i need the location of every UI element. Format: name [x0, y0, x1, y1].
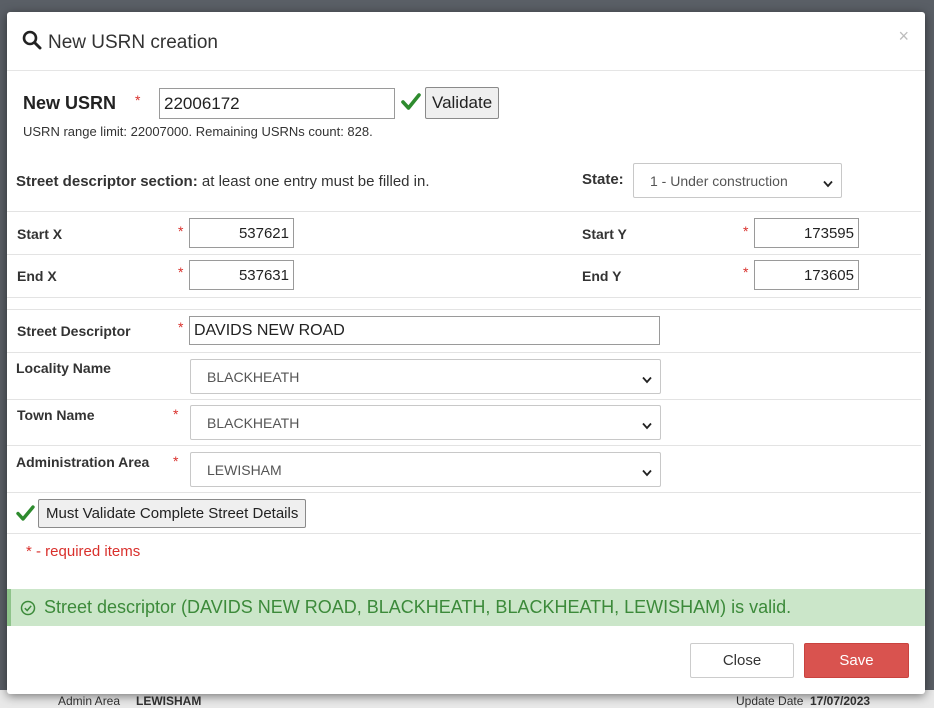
check-icon: [16, 505, 35, 527]
divider: [7, 211, 921, 212]
required-mark: *: [178, 264, 184, 280]
modal-title-text: New USRN creation: [48, 32, 218, 53]
search-icon: [22, 30, 48, 56]
divider: [7, 492, 921, 493]
street-section-heading: Street descriptor section: at least one …: [16, 173, 430, 190]
street-section-heading-rest: at least one entry must be filled in.: [201, 173, 430, 190]
divider: [7, 399, 921, 400]
modal-header: New USRN creation ×: [7, 12, 925, 71]
chevron-down-icon: [823, 175, 833, 191]
administration-area-value: LEWISHAM: [207, 461, 282, 478]
end-y-label: End Y: [582, 268, 622, 284]
start-x-input[interactable]: [189, 218, 294, 248]
save-button[interactable]: Save: [804, 643, 909, 678]
divider: [7, 352, 921, 353]
town-name-select[interactable]: BLACKHEATH: [190, 405, 661, 440]
locality-name-label: Locality Name: [16, 360, 111, 376]
locality-name-select[interactable]: BLACKHEATH: [190, 359, 661, 394]
start-y-input[interactable]: [754, 218, 859, 248]
check-circle-icon: [20, 600, 36, 616]
close-icon[interactable]: ×: [898, 26, 909, 47]
start-x-label: Start X: [17, 226, 63, 242]
chevron-down-icon: [642, 371, 652, 387]
close-button[interactable]: Close: [690, 643, 794, 678]
divider: [7, 297, 921, 298]
chevron-down-icon: [642, 417, 652, 433]
check-icon: [401, 93, 421, 116]
state-select[interactable]: 1 - Under construction: [633, 163, 842, 198]
new-usrn-modal: New USRN creation × New USRN * Validate …: [7, 12, 925, 694]
end-y-input[interactable]: [754, 260, 859, 290]
required-items-note: * - required items: [26, 543, 141, 560]
usrn-range-info: USRN range limit: 22007000. Remaining US…: [23, 124, 373, 139]
divider: [7, 309, 921, 310]
required-mark: *: [173, 406, 179, 422]
success-alert-message: Street descriptor (DAVIDS NEW ROAD, BLAC…: [44, 597, 792, 617]
validate-usrn-button[interactable]: Validate: [425, 87, 500, 119]
chevron-down-icon: [642, 464, 652, 480]
required-mark: *: [135, 92, 141, 108]
town-name-value: BLACKHEATH: [207, 414, 300, 431]
background-update-date-label: Update Date: [736, 694, 804, 708]
background-update-date-value: 17/07/2023: [810, 694, 871, 708]
start-y-label: Start Y: [582, 226, 627, 242]
administration-area-select[interactable]: LEWISHAM: [190, 452, 661, 487]
background-admin-area-label: Admin Area: [58, 694, 121, 708]
new-usrn-input[interactable]: [159, 88, 395, 119]
new-usrn-label: New USRN: [23, 93, 117, 113]
divider: [7, 533, 921, 534]
modal-title: New USRN creation: [22, 30, 218, 56]
divider: [7, 445, 921, 446]
divider: [7, 254, 921, 255]
required-mark: *: [178, 319, 184, 335]
required-mark: *: [178, 223, 184, 239]
state-select-value: 1 - Under construction: [650, 172, 788, 189]
end-x-label: End X: [17, 268, 57, 284]
town-name-label: Town Name: [17, 407, 95, 423]
required-mark: *: [743, 223, 749, 239]
success-alert: Street descriptor (DAVIDS NEW ROAD, BLAC…: [7, 589, 925, 626]
street-descriptor-input[interactable]: [189, 316, 660, 345]
required-mark: *: [173, 453, 179, 469]
state-label: State:: [582, 171, 624, 188]
street-section-heading-bold: Street descriptor section:: [16, 173, 198, 190]
locality-name-value: BLACKHEATH: [207, 368, 300, 385]
street-descriptor-label: Street Descriptor: [17, 323, 131, 339]
required-mark: *: [743, 264, 749, 280]
validate-street-details-button[interactable]: Must Validate Complete Street Details: [38, 499, 307, 528]
background-admin-area-value: LEWISHAM: [136, 694, 202, 708]
end-x-input[interactable]: [189, 260, 294, 290]
administration-area-label: Administration Area: [16, 454, 150, 470]
